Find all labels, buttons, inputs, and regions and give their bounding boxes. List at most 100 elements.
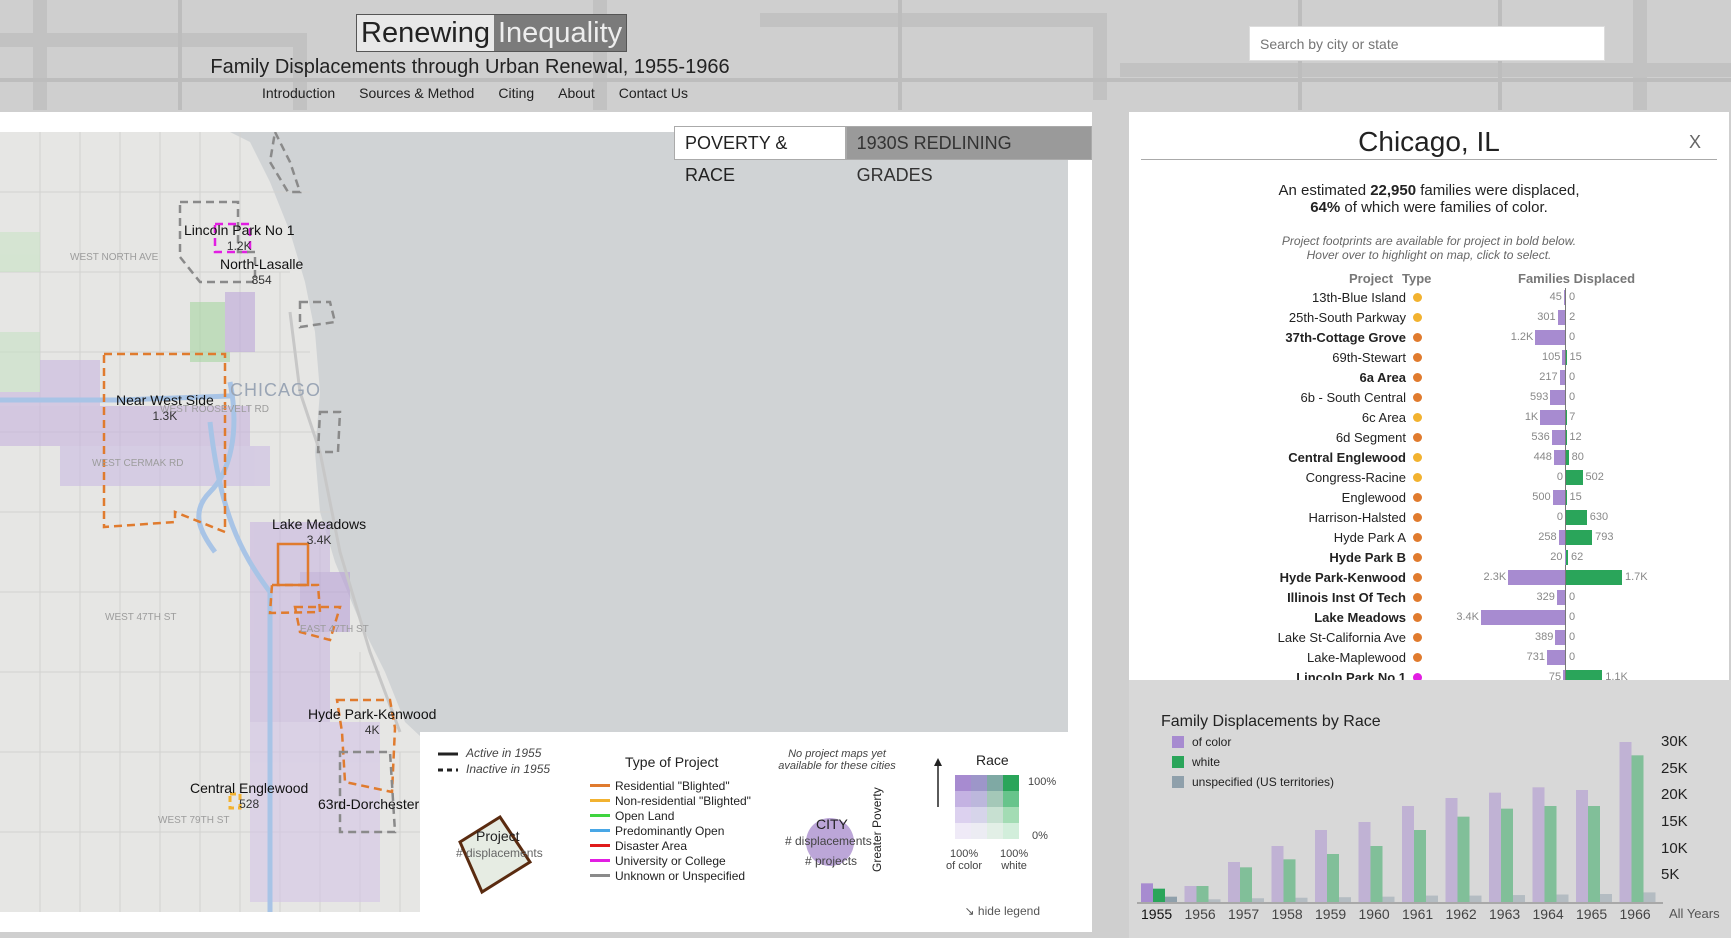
project-name[interactable]: 6a Area	[1360, 370, 1407, 385]
year-tick-1958[interactable]: 1958	[1272, 906, 1303, 922]
bar-white-1959[interactable]	[1327, 854, 1339, 902]
bar-white-1962[interactable]	[1457, 816, 1470, 902]
search-input[interactable]	[1249, 26, 1605, 61]
nav-sources-method[interactable]: Sources & Method	[359, 85, 474, 101]
project-row[interactable]: Lincoln Park No 1 75 1.1K	[1129, 668, 1729, 680]
bar-white-1966[interactable]	[1631, 755, 1644, 902]
project-name[interactable]: Hyde Park-Kenwood	[1280, 570, 1406, 585]
project-row[interactable]: 6d Segment 536 12	[1129, 428, 1729, 448]
bar-of-1956[interactable]	[1184, 886, 1197, 902]
project-row[interactable]: 6b - South Central 593 0	[1129, 388, 1729, 408]
project-row[interactable]: Central Englewood 448 80	[1129, 448, 1729, 468]
bar-unspecified-1966[interactable]	[1643, 892, 1656, 902]
project-name[interactable]: Hyde Park A	[1334, 530, 1406, 545]
project-row[interactable]: 6a Area 217 0	[1129, 368, 1729, 388]
project-name[interactable]: Congress-Racine	[1306, 470, 1406, 485]
nav-citing[interactable]: Citing	[498, 85, 534, 101]
nav-about[interactable]: About	[558, 85, 595, 101]
bar-white-1963[interactable]	[1501, 808, 1513, 902]
bar-white-1960[interactable]	[1370, 846, 1383, 902]
year-tick-1955[interactable]: 1955	[1141, 906, 1172, 922]
bar-of-1959[interactable]	[1315, 830, 1327, 902]
project-name[interactable]: 37th-Cottage Grove	[1285, 330, 1406, 345]
map-project-label-north-lasalle[interactable]: North-Lasalle 854	[220, 256, 303, 288]
bar-white-1961[interactable]	[1414, 830, 1426, 902]
bar-white-1958[interactable]	[1283, 859, 1296, 902]
project-name[interactable]: Lake St-California Ave	[1278, 630, 1406, 645]
project-row[interactable]: Congress-Racine 0 502	[1129, 468, 1729, 488]
bar-of-1965[interactable]	[1576, 790, 1588, 902]
year-tick-1956[interactable]: 1956	[1185, 906, 1216, 922]
year-tick-1957[interactable]: 1957	[1228, 906, 1259, 922]
project-row[interactable]: Hyde Park A 258 793	[1129, 528, 1729, 548]
bar-white-1956[interactable]	[1196, 886, 1209, 902]
site-logo[interactable]: Renewing Inequality	[356, 14, 628, 52]
tab-poverty-race[interactable]: POVERTY & RACE	[674, 126, 846, 185]
map-project-label-63rd-dorchester[interactable]: 63rd-Dorchester	[318, 796, 419, 812]
year-tick-1966[interactable]: 1966	[1620, 906, 1651, 922]
nav-contact-us[interactable]: Contact Us	[619, 85, 688, 101]
bar-white-1957[interactable]	[1240, 867, 1252, 902]
project-row[interactable]: 69th-Stewart 105 15	[1129, 348, 1729, 368]
all-years-button[interactable]: All Years	[1669, 906, 1720, 921]
bar-white-1964[interactable]	[1544, 806, 1557, 902]
year-tick-1964[interactable]: 1964	[1533, 906, 1564, 922]
project-name[interactable]: 69th-Stewart	[1332, 350, 1406, 365]
project-row[interactable]: Lake-Maplewood 731 0	[1129, 648, 1729, 668]
project-name[interactable]: Lake-Maplewood	[1307, 650, 1406, 665]
project-name[interactable]: 6d Segment	[1336, 430, 1406, 445]
nav-introduction[interactable]: Introduction	[262, 85, 335, 101]
bar-white-1955[interactable]	[1153, 888, 1165, 902]
project-row[interactable]: Hyde Park B 20 62	[1129, 548, 1729, 568]
bar-of-1960[interactable]	[1358, 822, 1371, 902]
year-tick-1965[interactable]: 1965	[1576, 906, 1607, 922]
bar-unspecified-1965[interactable]	[1600, 894, 1612, 902]
project-row[interactable]: 6c Area 1K 7	[1129, 408, 1729, 428]
bar-unspecified-1962[interactable]	[1469, 895, 1482, 902]
project-name[interactable]: Lake Meadows	[1314, 610, 1406, 625]
project-name[interactable]: 25th-South Parkway	[1289, 310, 1406, 325]
bar-unspecified-1957[interactable]	[1252, 898, 1264, 902]
project-name[interactable]: Central Englewood	[1288, 450, 1406, 465]
project-row[interactable]: Hyde Park-Kenwood 2.3K 1.7K	[1129, 568, 1729, 588]
project-row[interactable]: Harrison-Halsted 0 630	[1129, 508, 1729, 528]
bar-unspecified-1958[interactable]	[1295, 897, 1308, 902]
map-project-label-lincoln-park[interactable]: Lincoln Park No 1 1.2K	[184, 222, 295, 254]
project-name[interactable]: Illinois Inst Of Tech	[1287, 590, 1406, 605]
project-name[interactable]: Harrison-Halsted	[1308, 510, 1406, 525]
project-row[interactable]: Lake St-California Ave 389 0	[1129, 628, 1729, 648]
bar-unspecified-1961[interactable]	[1426, 895, 1438, 902]
bar-unspecified-1955[interactable]	[1165, 896, 1177, 902]
project-row[interactable]: 37th-Cottage Grove 1.2K 0	[1129, 328, 1729, 348]
project-row[interactable]: 25th-South Parkway 301 2	[1129, 308, 1729, 328]
project-row[interactable]: 13th-Blue Island 45 0	[1129, 288, 1729, 308]
project-name[interactable]: Lincoln Park No 1	[1296, 670, 1406, 680]
hide-legend-link[interactable]: ↘ hide legend	[965, 904, 1040, 918]
map-project-label-lake-meadows[interactable]: Lake Meadows 3.4K	[272, 516, 366, 548]
year-tick-1960[interactable]: 1960	[1359, 906, 1390, 922]
project-name[interactable]: 6b - South Central	[1300, 390, 1406, 405]
close-button[interactable]: X	[1689, 132, 1701, 153]
bar-of-1962[interactable]	[1445, 798, 1458, 902]
bar-of-1963[interactable]	[1489, 792, 1501, 902]
project-name[interactable]: Englewood	[1342, 490, 1406, 505]
bar-of-1961[interactable]	[1402, 806, 1414, 902]
bar-of-1964[interactable]	[1532, 787, 1545, 902]
project-row[interactable]: Englewood 500 15	[1129, 488, 1729, 508]
project-name[interactable]: Hyde Park B	[1329, 550, 1406, 565]
map-project-label-near-west-side[interactable]: Near West Side 1.3K	[116, 392, 214, 424]
year-tick-1961[interactable]: 1961	[1402, 906, 1433, 922]
map-project-label-central-englewood[interactable]: Central Englewood 528	[190, 780, 308, 812]
year-tick-1963[interactable]: 1963	[1489, 906, 1520, 922]
bar-of-1955[interactable]	[1141, 883, 1153, 902]
project-name[interactable]: 6c Area	[1362, 410, 1406, 425]
project-row[interactable]: Lake Meadows 3.4K 0	[1129, 608, 1729, 628]
bar-unspecified-1964[interactable]	[1556, 894, 1569, 902]
bar-of-1966[interactable]	[1619, 742, 1632, 902]
tab-redlining-grades[interactable]: 1930S REDLINING GRADES	[845, 126, 1092, 185]
bar-white-1965[interactable]	[1588, 806, 1600, 902]
year-tick-1959[interactable]: 1959	[1315, 906, 1346, 922]
bar-of-1958[interactable]	[1271, 846, 1284, 902]
map-project-label-hyde-park-kenwood[interactable]: Hyde Park-Kenwood 4K	[308, 706, 436, 738]
bar-of-1957[interactable]	[1228, 862, 1240, 902]
